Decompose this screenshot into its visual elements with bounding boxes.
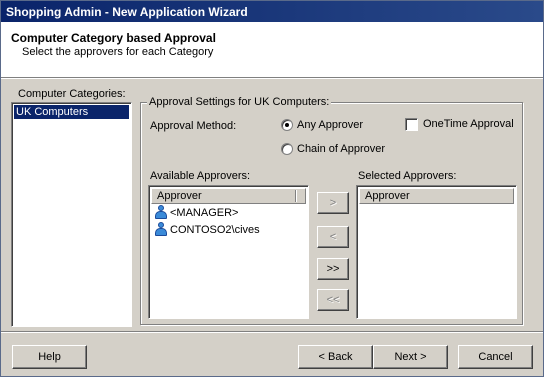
column-header-label: Approver	[365, 190, 410, 202]
available-approver-column-header[interactable]: Approver	[151, 188, 306, 204]
selected-approver-column-header[interactable]: Approver	[359, 188, 514, 204]
categories-label: Computer Categories:	[18, 88, 126, 100]
help-button[interactable]: Help	[12, 345, 87, 369]
list-item[interactable]: CONTOSO2\cives	[155, 222, 260, 238]
any-approver-label[interactable]: Any Approver	[297, 119, 363, 131]
header-divider	[1, 78, 543, 79]
available-approvers-label: Available Approvers:	[150, 170, 251, 182]
add-approver-button[interactable]: >	[317, 192, 349, 214]
approval-settings-legend: Approval Settings for UK Computers:	[147, 96, 332, 108]
column-header-label: Approver	[157, 190, 202, 202]
page-subtitle: Select the approvers for each Category	[22, 46, 214, 58]
category-item-uk-computers[interactable]: UK Computers	[14, 105, 129, 119]
selected-approvers-label: Selected Approvers:	[358, 170, 457, 182]
onetime-approval-label[interactable]: OneTime Approval	[423, 118, 514, 130]
chain-of-approver-radio[interactable]	[281, 143, 293, 155]
remove-all-approvers-button[interactable]: <<	[317, 289, 349, 311]
column-separator[interactable]	[295, 190, 297, 202]
user-icon	[155, 205, 167, 219]
remove-approver-button[interactable]: <	[317, 226, 349, 248]
any-approver-radio[interactable]	[281, 119, 293, 131]
cancel-button[interactable]: Cancel	[458, 345, 533, 369]
user-icon	[155, 222, 167, 236]
page-title: Computer Category based Approval	[11, 31, 216, 45]
approval-method-label: Approval Method:	[150, 120, 237, 132]
add-all-approvers-button[interactable]: >>	[317, 258, 349, 280]
next-button[interactable]: Next >	[373, 345, 448, 369]
title-bar: Shopping Admin - New Application Wizard	[1, 1, 543, 22]
wizard-header: Computer Category based Approval Select …	[1, 22, 543, 78]
approver-name: CONTOSO2\cives	[170, 224, 260, 236]
categories-list[interactable]: UK Computers	[11, 102, 132, 327]
back-button[interactable]: < Back	[298, 345, 373, 369]
wizard-window: Shopping Admin - New Application Wizard …	[0, 0, 544, 377]
window-title: Shopping Admin - New Application Wizard	[6, 5, 248, 19]
selected-approvers-list[interactable]: Approver	[356, 185, 517, 319]
radio-selected-dot	[285, 123, 289, 127]
footer-divider	[1, 331, 543, 333]
available-approvers-list[interactable]: Approver <MANAGER> CONTOSO2\cives	[148, 185, 309, 319]
list-item[interactable]: <MANAGER>	[155, 205, 238, 221]
onetime-approval-checkbox[interactable]	[405, 118, 418, 131]
approver-name: <MANAGER>	[170, 207, 239, 219]
chain-of-approver-label[interactable]: Chain of Approver	[297, 143, 385, 155]
